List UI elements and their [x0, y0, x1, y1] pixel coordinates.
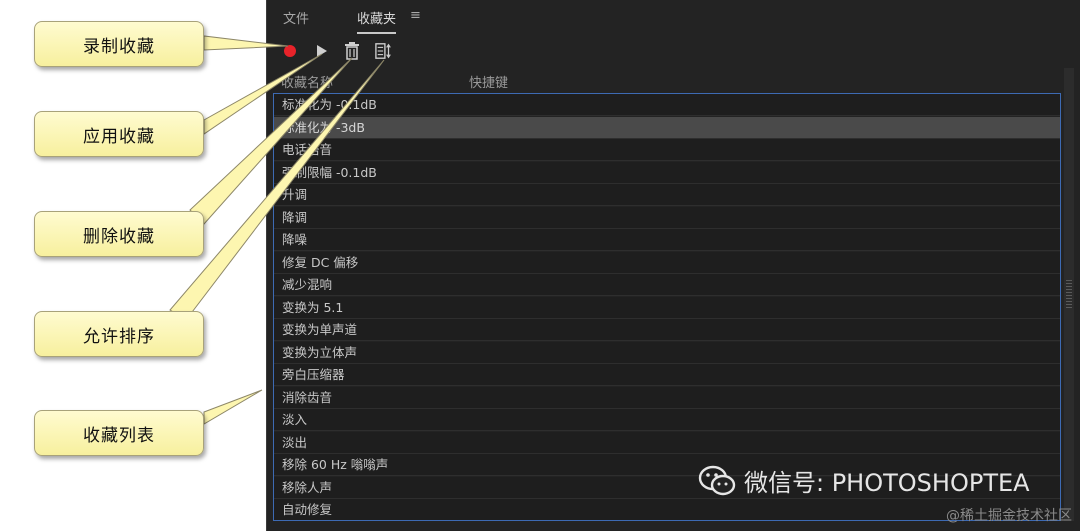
favorite-row[interactable]: 降噪 [274, 229, 1060, 251]
favorite-row[interactable]: 电话语音 [274, 139, 1060, 161]
panel-tabs: 文件 收藏夹 ≡ [267, 0, 1080, 34]
tab-files[interactable]: 文件 [283, 8, 309, 32]
favorites-list[interactable]: 标准化为 -0.1dB 标准化为 -3dB 电话语音 强制限幅 -0.1dB 升调 降调降… [273, 93, 1061, 521]
list-scrollbar[interactable] [1064, 68, 1074, 521]
callout-apply-favorite: 应用收藏 [34, 111, 204, 157]
favorite-row[interactable]: 变换为单声道 [274, 319, 1060, 341]
list-header: 收藏名称 快捷键 [267, 68, 1080, 92]
callout-favorites-list: 收藏列表 [34, 410, 204, 456]
favorite-row[interactable]: 变换为 5.1 [274, 296, 1060, 319]
favorites-toolbar [267, 38, 1080, 64]
record-icon [284, 45, 296, 57]
scrollbar-grip[interactable] [1066, 280, 1072, 310]
column-shortcut[interactable]: 快捷键 [469, 72, 508, 91]
play-icon [317, 45, 327, 57]
tab-favorites[interactable]: 收藏夹 [357, 8, 397, 34]
callout-delete-favorite: 删除收藏 [34, 211, 204, 257]
callout-record-favorite: 录制收藏 [34, 21, 204, 67]
record-favorite-button[interactable] [281, 42, 299, 60]
wechat-id-text: 微信号: PHOTOSHOPTEA [744, 469, 1030, 497]
favorite-row[interactable]: 修复 DC 偏移 [274, 251, 1060, 274]
pointer-list [203, 389, 263, 425]
favorite-row[interactable]: 标准化为 -3dB [274, 116, 1060, 139]
favorites-panel: 文件 收藏夹 ≡ 收藏名称 快捷键 标准化为 -0.1dB 标准化为 -3dB … [266, 0, 1080, 531]
wechat-watermark: 微信号: PHOTOSHOPTEA [698, 463, 1030, 498]
favorite-row[interactable]: 淡出 [274, 431, 1060, 454]
site-credit: @稀土掘金技术社区 [946, 508, 1072, 524]
favorite-row[interactable]: 升调 [274, 184, 1060, 206]
favorite-row[interactable]: 强制限幅 -0.1dB [274, 161, 1060, 184]
favorite-row[interactable]: 淡入 [274, 409, 1060, 431]
panel-menu-icon[interactable]: ≡ [410, 8, 421, 23]
favorite-row[interactable]: 自动修复 [274, 499, 1060, 520]
callout-allow-sort: 允许排序 [34, 311, 204, 357]
favorite-row[interactable]: 消除齿音 [274, 386, 1060, 409]
apply-favorite-button[interactable] [313, 42, 331, 60]
trash-icon [345, 42, 359, 60]
delete-favorite-button[interactable] [343, 42, 361, 60]
favorite-row[interactable]: 旁白压缩器 [274, 364, 1060, 386]
wechat-icon [698, 465, 736, 495]
favorite-row[interactable]: 降调 [274, 206, 1060, 229]
allow-reorder-button[interactable] [375, 42, 393, 60]
sort-icon [375, 43, 391, 59]
favorite-row[interactable]: 减少混响 [274, 274, 1060, 296]
favorite-row[interactable]: 标准化为 -0.1dB [274, 94, 1060, 116]
column-favorite-name[interactable]: 收藏名称 [281, 72, 333, 91]
favorite-row[interactable]: 变换为立体声 [274, 341, 1060, 364]
